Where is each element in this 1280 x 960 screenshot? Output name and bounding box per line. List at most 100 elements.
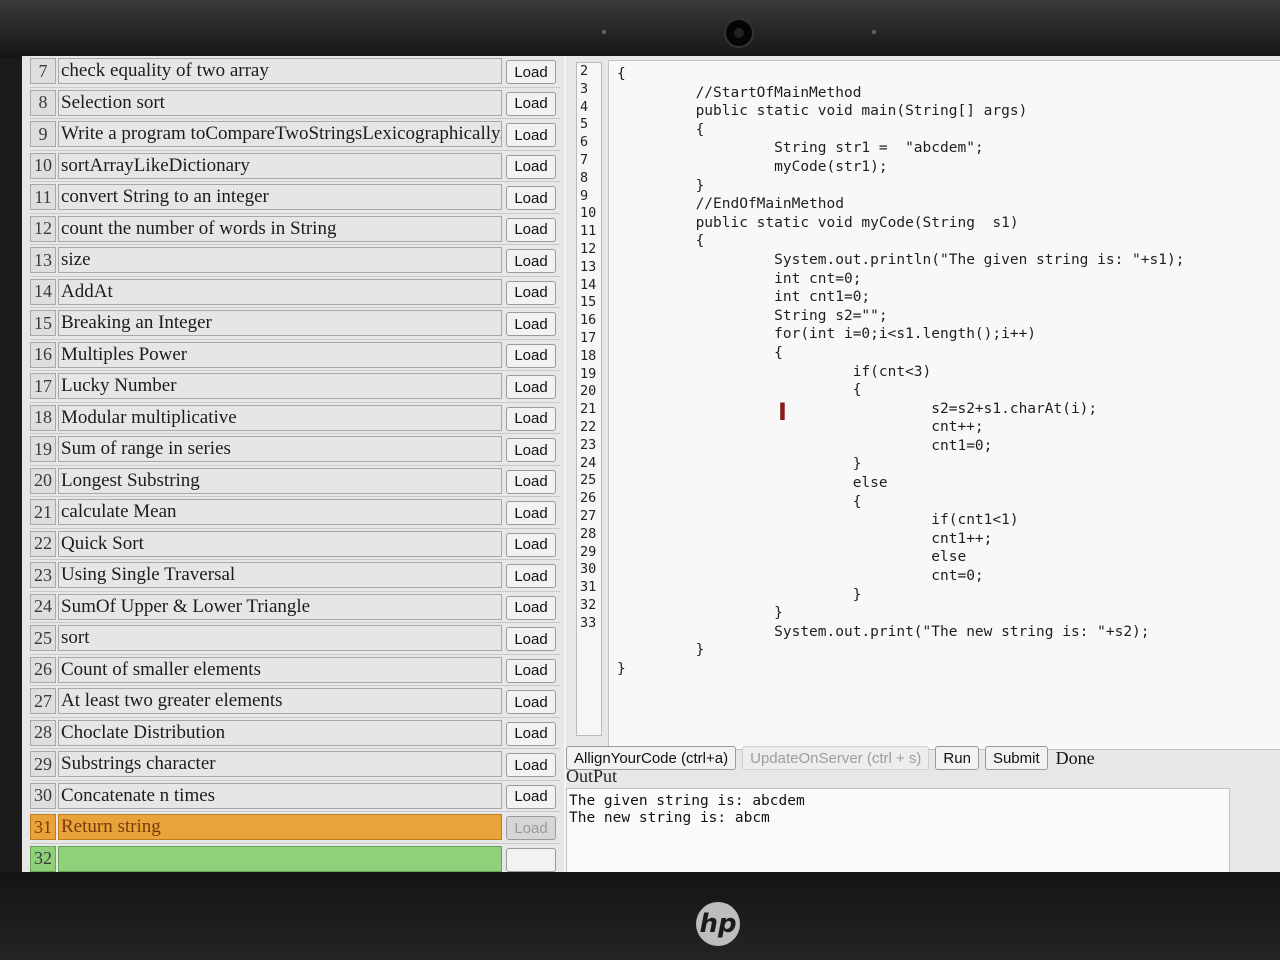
problem-list: 7 check equality of two array Load 8 Selecti… bbox=[30, 56, 560, 875]
line-number: 21 bbox=[580, 401, 597, 418]
load-button[interactable]: Load bbox=[506, 343, 556, 368]
load-button[interactable]: Load bbox=[506, 406, 556, 431]
problem-title: Using Single Traversal bbox=[58, 562, 502, 588]
problem-number: 12 bbox=[30, 215, 56, 242]
load-button[interactable]: Load bbox=[506, 249, 556, 273]
line-number: 6 bbox=[580, 134, 589, 151]
line-number: 7 bbox=[580, 151, 589, 168]
problem-number: 17 bbox=[30, 373, 56, 399]
problem-title: Concatenate n times bbox=[58, 782, 502, 809]
problem-title: check equality of two array bbox=[58, 58, 502, 84]
load-button[interactable] bbox=[506, 847, 556, 872]
problem-title: At least two greater elements bbox=[58, 688, 502, 714]
line-number: 22 bbox=[580, 418, 597, 435]
problem-row: 11 convert String to an integer Load bbox=[30, 182, 560, 214]
hp-logo: hp bbox=[696, 902, 740, 946]
problem-number: 16 bbox=[30, 341, 56, 368]
load-button[interactable]: Load bbox=[506, 564, 556, 588]
problem-row: 20 Longest Substring Load bbox=[30, 466, 560, 497]
line-number: 12 bbox=[580, 240, 597, 257]
problem-number: 22 bbox=[30, 530, 56, 557]
problem-number: 23 bbox=[30, 562, 56, 588]
problem-row: 17 Lucky Number Load bbox=[30, 371, 560, 403]
load-button[interactable]: Load bbox=[506, 501, 556, 525]
line-number: 23 bbox=[580, 436, 597, 453]
problem-title: Substrings character bbox=[58, 751, 502, 777]
problem-number: 26 bbox=[30, 656, 56, 683]
line-number: 25 bbox=[580, 472, 597, 489]
line-number: 4 bbox=[580, 98, 589, 115]
problem-row: 26 Count of smaller elements Load bbox=[30, 655, 560, 686]
load-button[interactable]: Load bbox=[506, 438, 556, 462]
output-line: The given string is: abcdem bbox=[569, 793, 805, 809]
load-button[interactable]: Load bbox=[506, 375, 556, 399]
line-number: 20 bbox=[580, 383, 597, 400]
problem-number: 25 bbox=[30, 625, 56, 651]
problem-number: 30 bbox=[30, 782, 56, 809]
problem-title: AddAt bbox=[58, 278, 502, 305]
output-panel: The given string is: abcdem The new stri… bbox=[566, 788, 1230, 876]
line-number: 9 bbox=[580, 187, 589, 204]
problem-row: 18 Modular multiplicative Load bbox=[30, 403, 560, 434]
problem-row: 29 Substrings character Load bbox=[30, 749, 560, 781]
load-button[interactable]: Load bbox=[506, 690, 556, 714]
problem-title: Choclate Distribution bbox=[58, 719, 502, 746]
submit-button[interactable]: Submit bbox=[984, 746, 1048, 770]
problem-title: Count of smaller elements bbox=[58, 656, 502, 683]
load-button[interactable]: Load bbox=[506, 280, 556, 305]
load-button[interactable]: Load bbox=[506, 753, 556, 777]
problem-row: 32 bbox=[30, 844, 560, 875]
problem-number: 15 bbox=[30, 310, 56, 336]
problem-row: 22 Quick Sort Load bbox=[30, 529, 560, 560]
output-line: The new string is: abcm bbox=[569, 810, 770, 826]
problem-row: 21 calculate Mean Load bbox=[30, 497, 560, 529]
line-number: 11 bbox=[580, 223, 597, 240]
problem-title: Quick Sort bbox=[58, 530, 502, 557]
code-editor[interactable]: { //StartOfMainMethod public static void… bbox=[608, 60, 1280, 750]
load-button[interactable]: Load bbox=[506, 784, 556, 809]
load-button[interactable]: Load bbox=[506, 721, 556, 746]
load-button[interactable]: Load bbox=[506, 91, 556, 116]
line-number: 26 bbox=[580, 490, 597, 507]
load-button[interactable]: Load bbox=[506, 595, 556, 620]
line-number: 24 bbox=[580, 454, 597, 471]
line-number: 18 bbox=[580, 347, 597, 364]
problem-row: 13 size Load bbox=[30, 245, 560, 277]
load-button[interactable]: Load bbox=[506, 312, 556, 336]
load-button[interactable]: Load bbox=[506, 186, 556, 210]
problem-number: 11 bbox=[30, 184, 56, 210]
load-button[interactable]: Load bbox=[506, 60, 556, 84]
line-number: 5 bbox=[580, 116, 589, 133]
load-button[interactable]: Load bbox=[506, 627, 556, 651]
line-number: 13 bbox=[580, 258, 597, 275]
problem-title bbox=[58, 845, 502, 872]
line-number: 32 bbox=[580, 596, 597, 613]
problem-row: 15 Breaking an Integer Load bbox=[30, 308, 560, 340]
problem-title: Selection sort bbox=[58, 89, 502, 116]
run-button[interactable]: Run bbox=[935, 746, 979, 770]
problem-title: count the number of words in String bbox=[58, 215, 502, 242]
load-button[interactable]: Load bbox=[506, 532, 556, 557]
load-button[interactable]: Load bbox=[506, 154, 556, 179]
problem-row: 14 AddAt Load bbox=[30, 277, 560, 308]
problem-row: 19 Sum of range in series Load bbox=[30, 434, 560, 466]
line-number: 8 bbox=[580, 169, 589, 186]
line-number: 30 bbox=[580, 561, 597, 578]
problem-number: 7 bbox=[30, 58, 56, 84]
line-number: 31 bbox=[580, 579, 597, 596]
load-button[interactable]: Load bbox=[506, 469, 556, 494]
problem-title: Modular multiplicative bbox=[58, 404, 502, 431]
load-button[interactable]: Load bbox=[506, 217, 556, 242]
problem-title: Breaking an Integer bbox=[58, 310, 502, 336]
code-text[interactable]: { //StartOfMainMethod public static void… bbox=[617, 65, 1184, 679]
line-number: 19 bbox=[580, 365, 597, 382]
line-number: 33 bbox=[580, 614, 597, 631]
webcam-icon bbox=[724, 18, 754, 48]
load-button[interactable]: Load bbox=[506, 123, 556, 147]
problem-number: 32 bbox=[30, 845, 56, 872]
problem-number: 13 bbox=[30, 247, 56, 273]
load-button[interactable]: Load bbox=[506, 658, 556, 683]
problem-row: 23 Using Single Traversal Load bbox=[30, 560, 560, 592]
update-on-server-button[interactable]: UpdateOnServer (ctrl + s) bbox=[742, 746, 930, 770]
load-button[interactable]: Load bbox=[506, 816, 556, 840]
